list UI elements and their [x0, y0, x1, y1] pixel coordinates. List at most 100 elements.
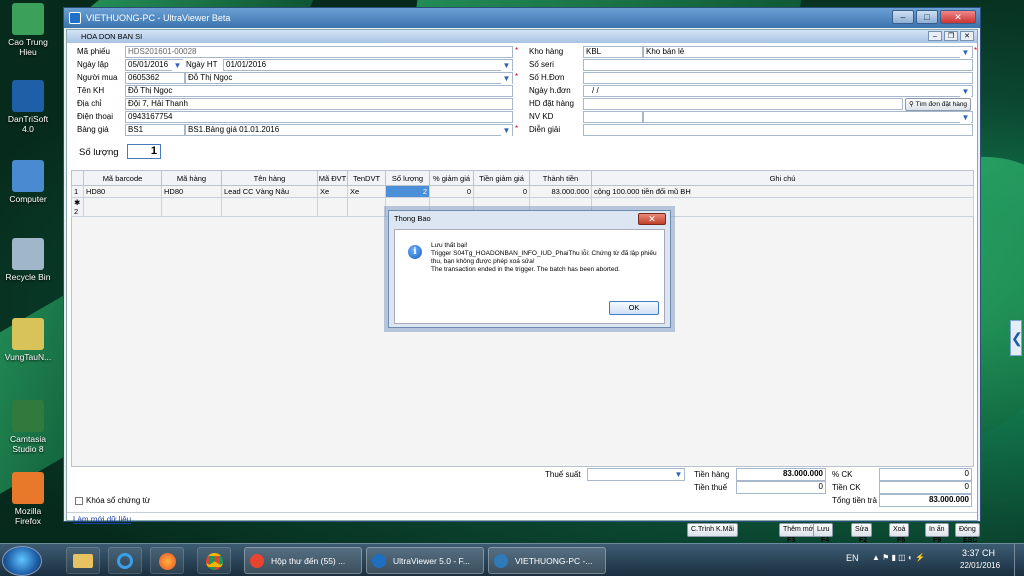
- table-cell[interactable]: HD80: [83, 185, 162, 198]
- table-cell[interactable]: HD80: [161, 185, 222, 198]
- column-header[interactable]: Tiền giảm giá: [473, 170, 530, 186]
- info-icon: i: [408, 245, 422, 259]
- chevron-down-icon[interactable]: ▼: [501, 125, 512, 136]
- date-picker-icon[interactable]: ▼: [501, 60, 512, 71]
- footer-button[interactable]: Xoá: [889, 523, 910, 537]
- so-seri-field[interactable]: [583, 59, 973, 71]
- nguoi-mua-label: Người mua: [77, 73, 118, 82]
- table-cell[interactable]: 83.000.000: [529, 185, 592, 198]
- close-button[interactable]: ✕: [940, 10, 976, 24]
- taskbar-window-button[interactable]: UltraViewer 5.0 - F...: [366, 547, 484, 574]
- footer-button[interactable]: Sửa: [851, 523, 873, 537]
- tien-ck-label: Tiền CK: [832, 483, 861, 492]
- chevron-down-icon[interactable]: ▼: [960, 47, 971, 58]
- ma-phieu-field[interactable]: HDS201601-00028: [125, 46, 513, 58]
- dialog-close-button[interactable]: ✕: [638, 213, 666, 225]
- table-cell[interactable]: cộng 100.000 tiền đổi mũ BH: [591, 185, 974, 198]
- table-cell[interactable]: [161, 197, 222, 217]
- ultraviewer-side-tab[interactable]: ❮: [1010, 320, 1023, 356]
- dien-thoai-field[interactable]: 0943167754: [125, 111, 513, 123]
- ten-kh-label: Tên KH: [77, 86, 105, 95]
- footer-button[interactable]: Lưu: [813, 523, 834, 537]
- desktop-icon[interactable]: Cao Trung Hieu: [2, 3, 54, 57]
- kho-hang-code-field[interactable]: KBL: [583, 46, 643, 58]
- bang-gia-code-field[interactable]: BS1: [125, 124, 185, 136]
- table-cell[interactable]: [221, 197, 318, 217]
- desktop-icon[interactable]: Camtasia Studio 8: [2, 400, 54, 454]
- ten-kh-field[interactable]: Đỗ Thị Ngọc: [125, 85, 513, 97]
- desktop-icon[interactable]: VungTauN...: [2, 318, 54, 362]
- bang-gia-name-field[interactable]: BS1.Bảng giá 01.01.2016: [185, 124, 513, 136]
- desktop-icon[interactable]: DanTriSoft 4.0: [2, 80, 54, 134]
- tray-icons[interactable]: ▲ ⚑ ▮ ◫ ◐ ⚡: [872, 553, 925, 562]
- kho-hang-name-field[interactable]: Kho bán lẻ: [643, 46, 973, 58]
- ok-button[interactable]: OK: [609, 301, 659, 315]
- footer-button[interactable]: Đóng: [955, 523, 980, 537]
- desktop-icon[interactable]: Computer: [2, 160, 54, 204]
- table-cell[interactable]: 2: [385, 185, 430, 198]
- chevron-down-icon[interactable]: ▼: [501, 73, 512, 84]
- column-header[interactable]: % giảm giá: [429, 170, 474, 186]
- ck-pct-field[interactable]: 0: [879, 468, 972, 481]
- table-cell[interactable]: 0: [429, 185, 474, 198]
- start-button[interactable]: [2, 546, 42, 576]
- tien-thue-label: Tiền thuế: [694, 483, 728, 492]
- column-header[interactable]: Mã hàng: [161, 170, 222, 186]
- inner-restore-button[interactable]: ❐: [944, 31, 958, 41]
- chevron-down-icon[interactable]: ▼: [960, 112, 971, 123]
- table-cell[interactable]: [317, 197, 348, 217]
- clock-date[interactable]: 22/01/2016: [960, 561, 1000, 570]
- show-desktop-button[interactable]: [1014, 544, 1024, 576]
- ngay-hdon-field[interactable]: / /: [583, 85, 973, 97]
- tien-ck-field[interactable]: 0: [879, 481, 972, 494]
- inner-close-button[interactable]: ✕: [960, 31, 974, 41]
- column-header[interactable]: TenDVT: [347, 170, 386, 186]
- taskbar-window-button[interactable]: VIETHUONG-PC -...: [488, 547, 606, 574]
- column-header[interactable]: Mã ĐVT: [317, 170, 348, 186]
- column-header[interactable]: Thành tiền: [529, 170, 592, 186]
- column-header[interactable]: Mã barcode: [83, 170, 162, 186]
- so-hdon-field[interactable]: [583, 72, 973, 84]
- footer-button[interactable]: In ấn: [925, 523, 949, 537]
- nguoi-mua-name-field[interactable]: Đỗ Thị Ngọc: [185, 72, 513, 84]
- ngay-ht-field[interactable]: 01/01/2016: [223, 59, 513, 71]
- chrome-taskbar-icon[interactable]: [197, 547, 231, 574]
- inner-minimize-button[interactable]: –: [928, 31, 942, 41]
- table-cell[interactable]: [83, 197, 162, 217]
- table-cell[interactable]: [347, 197, 386, 217]
- maximize-button[interactable]: □: [916, 10, 938, 24]
- dien-giai-field[interactable]: [583, 124, 973, 136]
- thue-suat-field[interactable]: [587, 468, 685, 481]
- hd-dat-hang-field[interactable]: [583, 98, 903, 110]
- chevron-down-icon[interactable]: ▼: [673, 469, 684, 480]
- tim-don-dat-hang-button[interactable]: ⚲ Tìm đơn đặt hàng: [905, 98, 972, 111]
- clock-time[interactable]: 3:37 CH: [962, 548, 995, 558]
- language-indicator[interactable]: EN: [846, 553, 859, 563]
- khoa-so-checkbox[interactable]: [75, 497, 83, 505]
- date-picker-icon[interactable]: ▼: [960, 86, 971, 97]
- table-cell[interactable]: Lead CC Vàng Nâu: [221, 185, 318, 198]
- minimize-button[interactable]: –: [892, 10, 914, 24]
- table-cell[interactable]: Xe: [317, 185, 348, 198]
- footer-button[interactable]: C.Trình K.Mãi: [687, 523, 738, 537]
- desktop-icon[interactable]: Recycle Bin: [2, 238, 54, 282]
- tien-hang-label: Tiền hàng: [694, 470, 730, 479]
- nv-kd-name-field[interactable]: [643, 111, 973, 123]
- nguoi-mua-code-field[interactable]: 0605362: [125, 72, 185, 84]
- column-header[interactable]: Ghi chú: [591, 170, 974, 186]
- ie-taskbar-icon[interactable]: [108, 547, 142, 574]
- explorer-taskbar-icon[interactable]: [66, 547, 100, 574]
- nv-kd-code-field[interactable]: [583, 111, 643, 123]
- table-cell[interactable]: 0: [473, 185, 530, 198]
- lam-moi-link[interactable]: Làm mới dữ liệu: [73, 515, 131, 524]
- dia-chi-field[interactable]: Đội 7, Hải Thanh: [125, 98, 513, 110]
- desktop-icon[interactable]: Mozilla Firefox: [2, 472, 54, 526]
- column-header[interactable]: Tên hàng: [221, 170, 318, 186]
- taskbar-window-button[interactable]: Hộp thư đến (55) ...: [244, 547, 362, 574]
- so-luong-field[interactable]: 1: [127, 144, 161, 159]
- column-header[interactable]: Số lượng: [385, 170, 430, 186]
- table-row[interactable]: 1 HD80 HD80 Lead CC Vàng Nâu Xe Xe 2 0 0 83.000.0…: [71, 185, 974, 198]
- date-picker-icon[interactable]: ▼: [172, 60, 183, 71]
- table-cell[interactable]: Xe: [347, 185, 386, 198]
- firefox-taskbar-icon[interactable]: [150, 547, 184, 574]
